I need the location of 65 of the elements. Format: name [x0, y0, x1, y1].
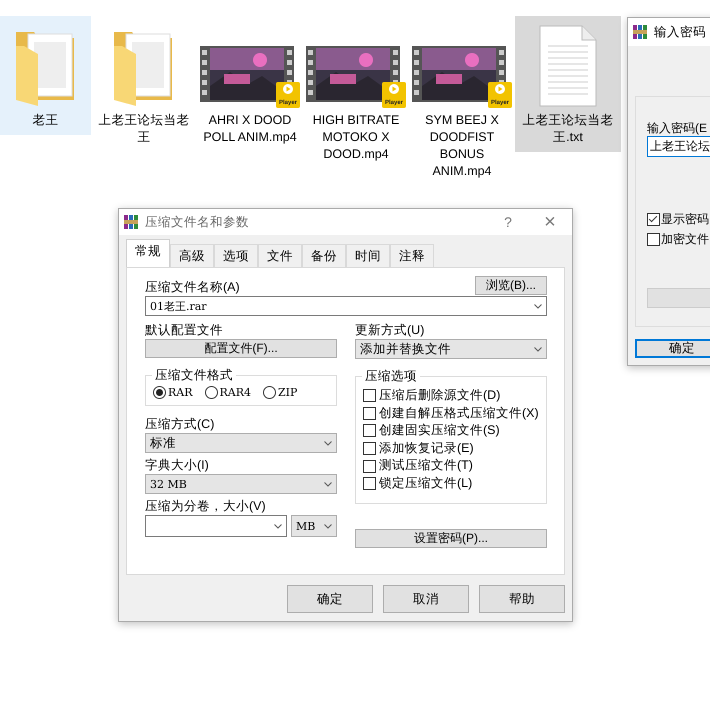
method-dropdown[interactable]: 标准	[145, 433, 337, 453]
checkbox[interactable]: 添加恢复记录(E)	[363, 440, 539, 458]
checkbox[interactable]: 创建自解压格式压缩文件(X)	[363, 404, 539, 422]
checkbox[interactable]: 显示密码	[647, 211, 710, 229]
checkbox[interactable]: 加密文件	[647, 230, 710, 248]
group-label: 压缩文件格式	[152, 367, 236, 384]
checkbox[interactable]: 创建固实压缩文件(S)	[363, 422, 539, 440]
chevron-down-icon	[534, 346, 542, 352]
file-item[interactable]: 上老王论坛当老王	[91, 16, 197, 152]
file-name: HIGH BITRATE MOTOKO X DOOD.mp4	[312, 112, 400, 163]
file-item[interactable]: 上老王论坛当老王.txt	[515, 16, 621, 152]
tab[interactable]: 时间	[346, 244, 390, 267]
radio-button[interactable]: RAR4	[204, 386, 252, 399]
tab[interactable]: 常规	[126, 239, 170, 267]
group-label: 压缩选项	[362, 368, 420, 385]
volume-size-combo[interactable]	[145, 515, 287, 537]
close-button[interactable]: ×	[532, 210, 568, 234]
chevron-down-icon	[324, 482, 332, 486]
tab[interactable]: 注释	[390, 244, 434, 267]
window-title: 压缩文件名和参数	[145, 214, 249, 230]
dictionary-dropdown[interactable]: 32 MB	[145, 474, 337, 494]
archive-app-icon	[123, 214, 139, 230]
chevron-down-icon	[534, 304, 542, 308]
file-name: 上老王论坛当老王.txt	[522, 112, 614, 146]
field-label: 字典大小(I)	[145, 457, 210, 473]
dialog-button[interactable]: 帮助	[479, 585, 565, 613]
archive-app-icon	[632, 24, 648, 40]
help-button[interactable]: ?	[490, 214, 526, 230]
file-name: SYM BEEJ X DOODFIST BONUS ANIM.mp4	[424, 112, 500, 180]
dialog-button[interactable]: 确定	[287, 585, 373, 613]
file-name: 上老王论坛当老王	[98, 112, 190, 146]
player-badge-icon	[276, 82, 300, 108]
browse-button[interactable]: 浏览(B)...	[475, 276, 547, 295]
tab[interactable]: 备份	[302, 244, 346, 267]
field-label: 压缩文件名称(A)	[145, 279, 240, 295]
tab[interactable]: 选项	[214, 244, 258, 267]
profile-button[interactable]: 配置文件(F)...	[145, 339, 337, 358]
tab[interactable]: 文件	[258, 244, 302, 267]
dialog-button[interactable]: 取消	[383, 585, 469, 613]
field-label: 更新方式(U)	[355, 322, 426, 338]
checkbox[interactable]: 压缩后删除源文件(D)	[363, 387, 539, 405]
field-label: 压缩方式(C)	[145, 416, 216, 432]
field-label: 压缩为分卷，大小(V)	[145, 498, 267, 514]
window-title: 输入密码	[654, 24, 706, 40]
player-badge-icon	[488, 82, 512, 108]
radio-button[interactable]: RAR	[153, 386, 193, 399]
tab[interactable]: 高级	[170, 244, 214, 267]
chevron-down-icon	[324, 524, 332, 528]
radio-button[interactable]: ZIP	[263, 386, 298, 399]
unit-dropdown[interactable]: MB	[291, 515, 337, 537]
chevron-down-icon	[274, 524, 282, 528]
ok-button[interactable]: 确定	[635, 339, 710, 358]
set-password-button[interactable]: 设置密码(P)...	[355, 528, 547, 548]
archive-name-combo[interactable]: 01老王.rar	[145, 296, 547, 316]
checkbox[interactable]: 测试压缩文件(T)	[363, 457, 539, 475]
field-label: 输入密码(E	[647, 120, 708, 136]
update-mode-dropdown[interactable]: 添加并替换文件	[355, 339, 547, 359]
file-name: 老王	[32, 112, 60, 129]
file-item[interactable]: 老王	[0, 16, 91, 135]
chevron-down-icon	[324, 440, 332, 446]
player-badge-icon	[382, 82, 406, 108]
file-name: AHRI X DOOD POLL ANIM.mp4	[202, 112, 298, 146]
checkbox[interactable]: 锁定压缩文件(L)	[363, 474, 539, 493]
field-label: 默认配置文件	[145, 322, 224, 338]
password-field[interactable]: 上老王论坛	[647, 136, 710, 157]
